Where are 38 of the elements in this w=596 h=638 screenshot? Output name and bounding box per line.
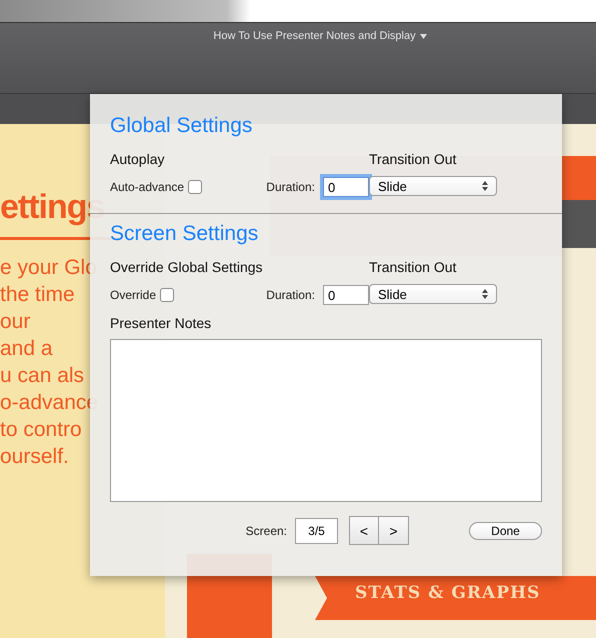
previous-button[interactable]: < [349, 516, 379, 545]
group-label: Autoplay [110, 151, 166, 167]
duration-field[interactable]: 0 [323, 177, 369, 197]
stepper-arrows-icon [482, 181, 488, 191]
slide-text: e your Glo [0, 255, 97, 281]
slide-banner: STATS & GRAPHS [315, 576, 596, 620]
done-button[interactable]: Done [469, 522, 542, 540]
stepper-arrows-icon [482, 289, 488, 299]
slide-heading: ettings [0, 188, 104, 227]
checkbox[interactable] [160, 288, 174, 302]
slide-text: ourself. [0, 444, 69, 470]
slide-text: the time [0, 282, 75, 308]
checkbox-label: Auto-advance [110, 180, 184, 194]
slide-text: to contro [0, 417, 82, 443]
checkbox[interactable] [188, 180, 202, 194]
window-title[interactable]: How To Use Presenter Notes and Display [213, 29, 427, 43]
transition-label: Transition Out [369, 151, 458, 167]
section-title: Screen Settings [110, 222, 260, 247]
group-label: Override Global Settings [110, 259, 264, 275]
slide-text: u can als [0, 363, 84, 389]
duration-label: Duration: [266, 288, 315, 302]
slide-text: and a [0, 336, 53, 362]
checkbox-label: Override [110, 288, 156, 302]
next-button[interactable]: > [379, 516, 409, 545]
notes-field[interactable] [110, 339, 542, 502]
slide-text: our [0, 309, 30, 335]
transition-select[interactable]: Slide [369, 284, 497, 304]
screen-label: Screen: [246, 524, 287, 538]
dropdown-arrow-icon [420, 34, 427, 38]
duration-label: Duration: [266, 180, 315, 194]
transition-select[interactable]: Slide [369, 176, 497, 196]
notes-label: Presenter Notes [110, 315, 212, 331]
transition-label: Transition Out [369, 259, 458, 275]
slide-text: o-advance [0, 390, 98, 416]
section-title: Global Settings [110, 114, 254, 139]
duration-field[interactable]: 0 [323, 285, 369, 305]
slide-block [562, 156, 596, 200]
screen-field[interactable]: 3/5 [295, 518, 338, 544]
